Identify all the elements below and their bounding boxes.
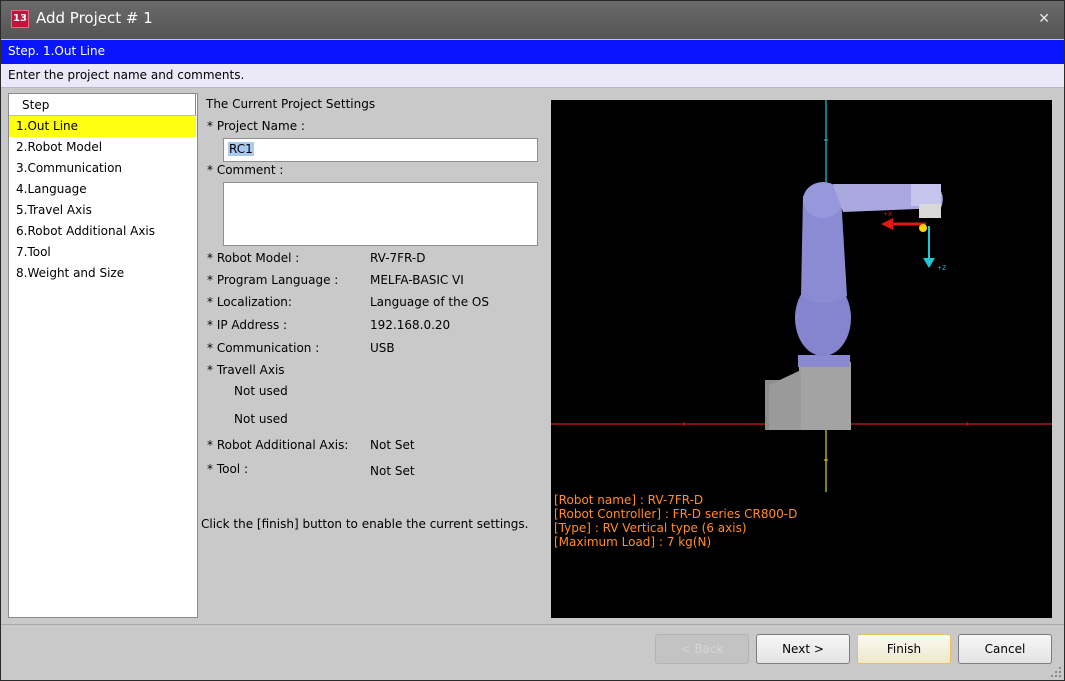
program-language-label: * Program Language :	[207, 273, 339, 287]
step-header-divider	[195, 94, 196, 115]
window-title: Add Project # 1	[36, 9, 153, 27]
footer-divider	[1, 624, 1064, 625]
finish-hint: Click the [finish] button to enable the …	[201, 517, 529, 531]
step-list: Step 1.Out Line 2.Robot Model 3.Communic…	[8, 93, 198, 618]
app-icon: 13	[11, 10, 29, 28]
robot-info-controller: [Robot Controller] : FR-D series CR800-D	[554, 507, 798, 521]
ip-address-value: 192.168.0.20	[370, 318, 451, 332]
communication-value: USB	[370, 341, 395, 355]
tool-value: Not Set	[370, 464, 415, 478]
add-project-dialog: 13 Add Project # 1 ✕ Step. 1.Out Line En…	[0, 0, 1065, 681]
step-item-robot-model[interactable]: 2.Robot Model	[9, 137, 196, 158]
step-item-communication[interactable]: 3.Communication	[9, 158, 196, 179]
back-button[interactable]: < Back	[655, 634, 749, 664]
travel-axis-value-1: Not used	[234, 384, 288, 398]
step-item-travel-axis[interactable]: 5.Travel Axis	[9, 200, 196, 221]
settings-title: The Current Project Settings	[206, 97, 376, 111]
step-item-robot-additional-axis[interactable]: 6.Robot Additional Axis	[9, 221, 196, 242]
ip-address-label: * IP Address :	[207, 318, 288, 332]
cancel-button[interactable]: Cancel	[958, 634, 1052, 664]
title-bar[interactable]: 13 Add Project # 1 ✕	[1, 1, 1064, 39]
tool-label: * Tool :	[207, 462, 248, 476]
z-axis-label: +Z	[937, 265, 946, 272]
step-item-language[interactable]: 4.Language	[9, 179, 196, 200]
comment-input[interactable]	[223, 182, 538, 246]
project-name-input[interactable]: RC1	[223, 138, 538, 162]
additional-axis-value: Not Set	[370, 438, 415, 452]
program-language-value: MELFA-BASIC VI	[370, 273, 464, 287]
step-item-out-line[interactable]: 1.Out Line	[9, 116, 196, 137]
comment-label: * Comment :	[207, 163, 284, 177]
step-item-weight-and-size[interactable]: 8.Weight and Size	[9, 263, 196, 284]
instruction-text: Enter the project name and comments.	[1, 64, 1064, 88]
robot-info-max-load: [Maximum Load] : 7 kg(N)	[554, 535, 712, 549]
project-name-label: * Project Name :	[207, 119, 305, 133]
robot-model-value: RV-7FR-D	[370, 251, 426, 265]
step-list-header: Step	[9, 94, 197, 116]
x-axis-label: +X	[883, 211, 892, 218]
robot-info-name: [Robot name] : RV-7FR-D	[554, 493, 704, 507]
localization-label: * Localization:	[207, 295, 292, 309]
robot-info-panel: [Robot name] : RV-7FR-D [Robot Controlle…	[554, 493, 797, 549]
robot-model-label: * Robot Model :	[207, 251, 300, 265]
communication-label: * Communication :	[207, 341, 320, 355]
robot-info-type: [Type] : RV Vertical type (6 axis)	[554, 521, 747, 535]
finish-button[interactable]: Finish	[857, 634, 951, 664]
resize-grip-icon[interactable]	[1050, 666, 1062, 678]
step-banner: Step. 1.Out Line	[1, 40, 1064, 64]
step-item-tool[interactable]: 7.Tool	[9, 242, 196, 263]
close-button[interactable]: ✕	[1038, 11, 1050, 27]
robot-3d-viewport[interactable]: +X +Z [Robot name] : RV-7FR-D [Robot Con…	[551, 100, 1052, 618]
additional-axis-label: * Robot Additional Axis:	[207, 438, 349, 452]
travel-axis-label: * Travell Axis	[207, 363, 285, 377]
travel-axis-value-2: Not used	[234, 412, 288, 426]
next-button[interactable]: Next >	[756, 634, 850, 664]
project-name-value: RC1	[228, 142, 254, 156]
localization-value: Language of the OS	[370, 295, 489, 309]
